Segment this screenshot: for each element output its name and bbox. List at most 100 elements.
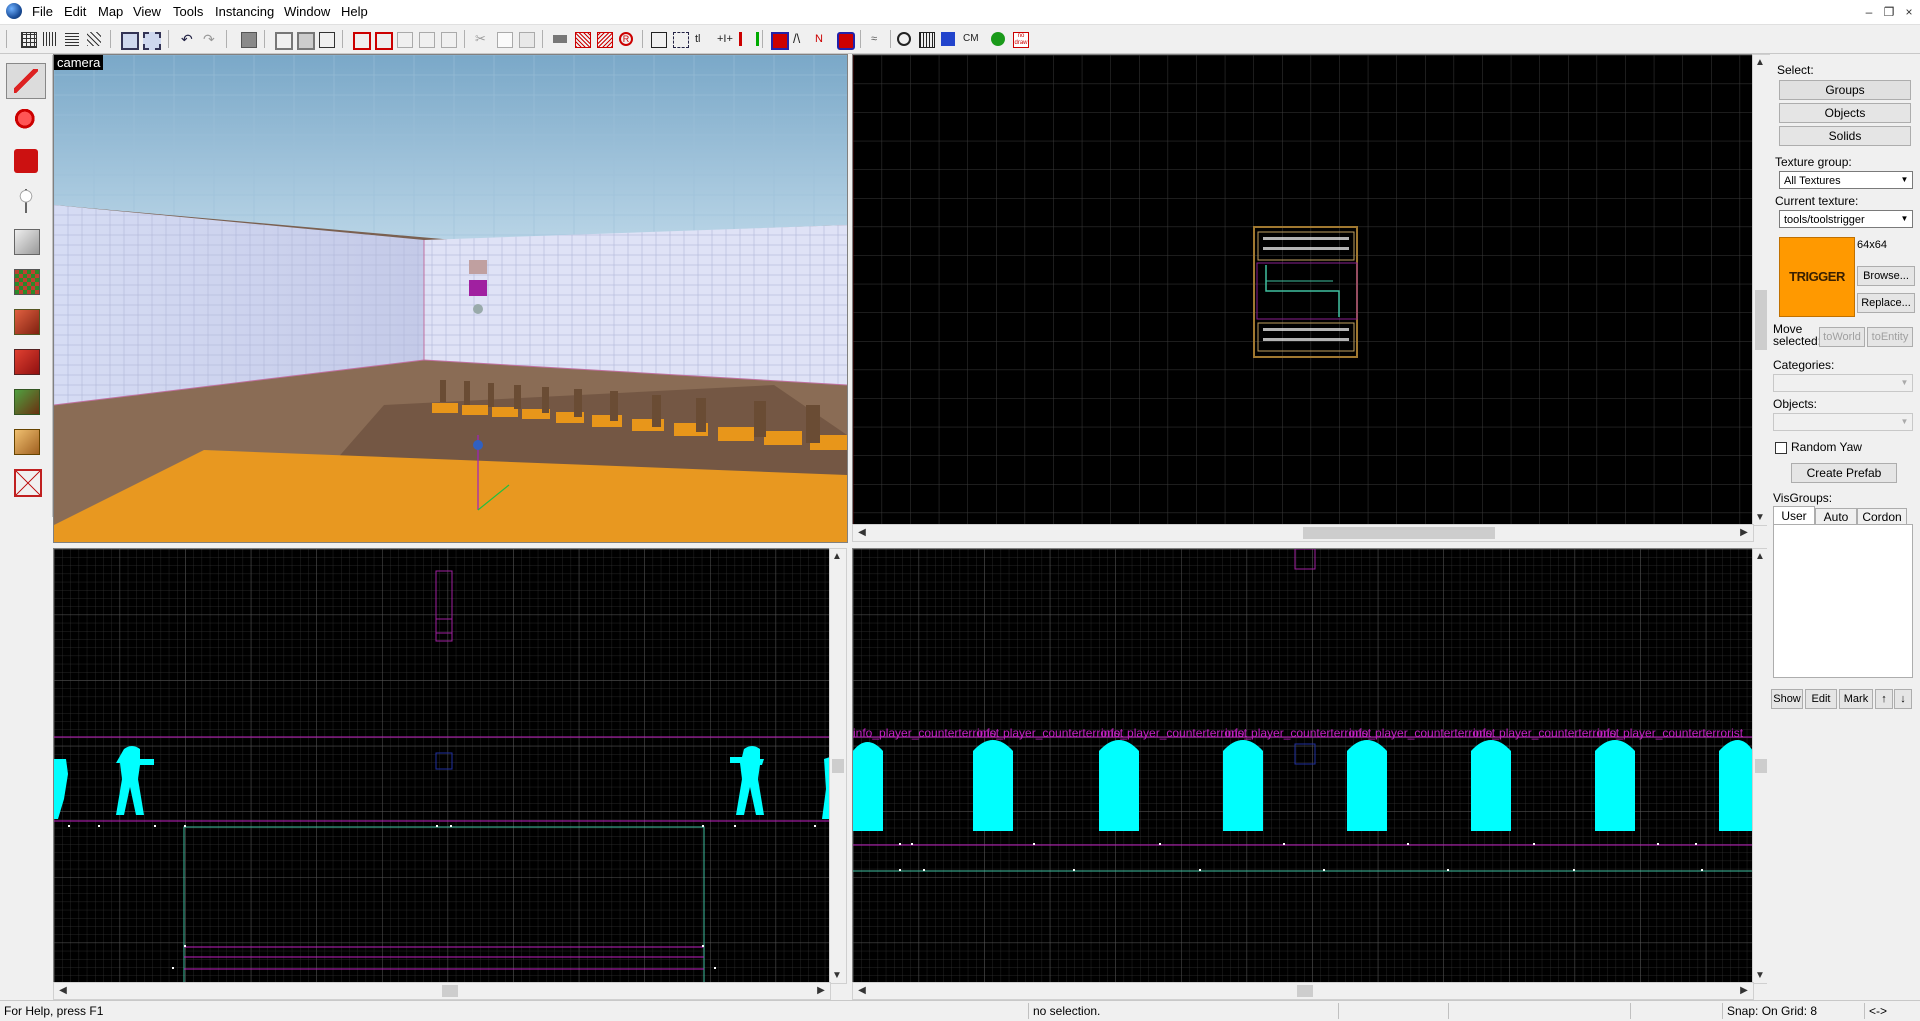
menu-help[interactable]: Help [337, 0, 372, 24]
scroll-thumb[interactable] [442, 985, 458, 997]
side-2d-viewport[interactable]: info_player_counterterrorist info_player… [852, 548, 1754, 984]
hollow-icon[interactable] [272, 29, 293, 50]
decal-tool-button[interactable] [6, 343, 46, 379]
visgroups-mark-button[interactable]: Mark [1839, 689, 1873, 709]
snap-to-grid-icon[interactable]: tl [692, 29, 712, 49]
flip-vertical-icon[interactable] [416, 29, 436, 49]
scroll-right-icon[interactable]: ▶ [1737, 985, 1751, 996]
scroll-up-icon[interactable]: ▲ [1753, 57, 1767, 68]
grid-larger-icon[interactable] [84, 29, 104, 49]
scroll-thumb[interactable] [1297, 985, 1313, 997]
ungroup-icon[interactable] [140, 29, 161, 50]
vertex-icon[interactable] [316, 29, 336, 49]
texture-lock-icon[interactable] [350, 29, 371, 50]
scroll-thumb[interactable] [832, 759, 844, 773]
random-yaw-checkbox[interactable] [1775, 442, 1787, 454]
texture-group-select[interactable]: All Textures ▼ [1779, 171, 1913, 189]
scroll-thumb[interactable] [1303, 527, 1495, 539]
top-view-hscroll[interactable]: ◀ ▶ [852, 524, 1754, 542]
show-decals-icon[interactable]: N [812, 29, 832, 49]
top-2d-viewport[interactable] [852, 54, 1754, 526]
menu-tools[interactable]: Tools [169, 0, 207, 24]
categories-select[interactable]: ▼ [1773, 374, 1913, 392]
scroll-down-icon[interactable]: ▼ [1753, 970, 1767, 981]
entity-tool-button[interactable] [6, 183, 46, 219]
select-all-icon[interactable] [648, 29, 668, 49]
scroll-thumb[interactable] [1755, 290, 1767, 350]
clip-icon[interactable] [294, 29, 315, 50]
menu-instancing[interactable]: Instancing [211, 0, 278, 24]
copy-icon[interactable] [494, 29, 514, 49]
show-lines-icon[interactable]: /\ [790, 29, 810, 49]
minimize-icon[interactable]: – [1858, 2, 1880, 22]
undo-icon[interactable]: ↶ [178, 29, 198, 49]
menu-map[interactable]: Map [94, 0, 127, 24]
close-icon[interactable]: × [1898, 2, 1920, 22]
visgroups-edit-button[interactable]: Edit [1805, 689, 1837, 709]
texture-tool-button[interactable] [6, 263, 46, 299]
grid-3d-icon[interactable] [40, 29, 60, 49]
redo-icon[interactable]: ↷ [200, 29, 220, 49]
group-icon[interactable] [118, 29, 139, 50]
select-solids-button[interactable]: Solids [1779, 126, 1911, 146]
current-texture-select[interactable]: tools/toolstrigger ▼ [1779, 210, 1913, 228]
cut-icon[interactable]: ✂ [472, 29, 492, 49]
browse-button[interactable]: Browse... [1857, 266, 1915, 286]
radius-culling-icon[interactable] [894, 29, 914, 49]
rotate-icon[interactable] [438, 29, 458, 49]
restore-icon[interactable]: ❐ [1878, 2, 1900, 22]
menu-file[interactable]: File [28, 0, 57, 24]
magnify-tool-button[interactable] [6, 103, 46, 139]
handles-icon[interactable]: +I+ [714, 29, 734, 49]
hide-selected-icon[interactable] [550, 29, 570, 49]
flip-horizontal-icon[interactable] [394, 29, 414, 49]
cordon-icon[interactable]: ≈ [868, 29, 888, 49]
toggle-group-ignore-icon[interactable]: R [616, 29, 636, 49]
scroll-thumb[interactable] [1755, 759, 1767, 773]
select-objects-button[interactable]: Objects [1779, 103, 1911, 123]
menu-edit[interactable]: Edit [60, 0, 90, 24]
objects-select[interactable]: ▼ [1773, 413, 1913, 431]
unhide-all-icon[interactable] [594, 29, 614, 49]
scroll-down-icon[interactable]: ▼ [1753, 512, 1767, 523]
front-view-hscroll[interactable]: ◀ ▶ [53, 982, 831, 1000]
camera-tool-button[interactable] [6, 143, 46, 179]
to-entity-button[interactable]: toEntity [1867, 327, 1913, 347]
scroll-left-icon[interactable]: ◀ [855, 985, 869, 996]
cm-icon[interactable]: CM [960, 29, 980, 49]
overlay-tool-button[interactable] [6, 383, 46, 419]
visgroups-move-up-button[interactable]: ↑ [1875, 689, 1893, 709]
scroll-down-icon[interactable]: ▼ [830, 970, 844, 981]
scroll-up-icon[interactable]: ▲ [830, 551, 844, 562]
grid-smaller-icon[interactable] [62, 29, 82, 49]
scroll-right-icon[interactable]: ▶ [1737, 527, 1751, 538]
side-view-hscroll[interactable]: ◀ ▶ [852, 982, 1754, 1000]
grid-toggle-icon[interactable] [18, 29, 38, 49]
camera-viewport[interactable]: camera [53, 54, 848, 543]
paste-icon[interactable] [516, 29, 536, 49]
to-world-button[interactable]: toWorld [1819, 327, 1865, 347]
selection-mode-icon[interactable] [670, 29, 690, 49]
scroll-right-icon[interactable]: ▶ [814, 985, 828, 996]
block-tool-button[interactable] [6, 223, 46, 259]
create-prefab-button[interactable]: Create Prefab [1791, 463, 1897, 483]
front-2d-viewport[interactable] [53, 548, 831, 984]
leak-icon[interactable] [988, 29, 1008, 49]
visgroups-list[interactable] [1773, 524, 1913, 678]
menu-view[interactable]: View [129, 0, 165, 24]
show-overlays-icon[interactable] [834, 29, 855, 50]
select-groups-button[interactable]: Groups [1779, 80, 1911, 100]
selection-tool-button[interactable] [6, 63, 46, 99]
texture-scale-lock-icon[interactable] [372, 29, 393, 50]
replace-button[interactable]: Replace... [1857, 293, 1915, 313]
scroll-left-icon[interactable]: ◀ [56, 985, 70, 996]
hide-unselected-icon[interactable] [572, 29, 592, 49]
show-models-icon[interactable] [768, 29, 789, 50]
scroll-left-icon[interactable]: ◀ [855, 527, 869, 538]
scroll-up-icon[interactable]: ▲ [1753, 551, 1767, 562]
clip-tool-button[interactable] [6, 423, 46, 459]
brush-helpers-icon[interactable] [736, 29, 759, 49]
hammer-app-icon[interactable] [6, 3, 22, 19]
apply-texture-button[interactable] [6, 303, 46, 339]
front-view-vscroll[interactable]: ▲ ▼ [829, 548, 847, 984]
